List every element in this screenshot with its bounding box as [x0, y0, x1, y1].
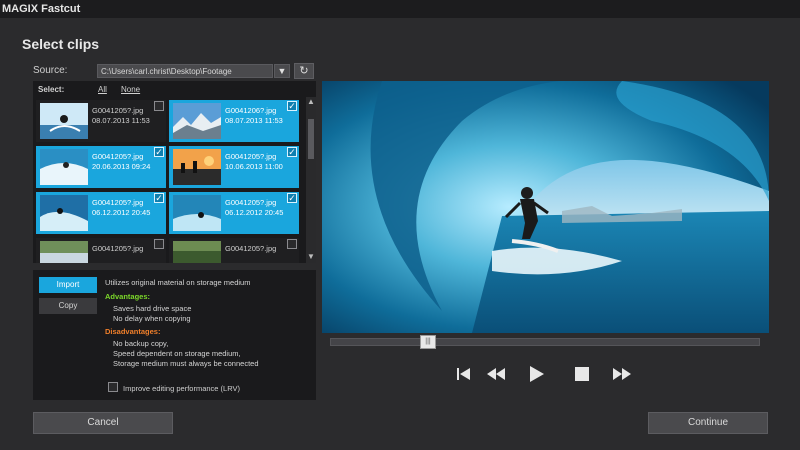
preview-image — [322, 81, 769, 333]
clip-thumbnail — [40, 241, 88, 263]
select-all-link[interactable]: All — [98, 85, 107, 94]
clip-item[interactable]: G0041205?.jpg 08.07.2013 11:53 — [36, 100, 166, 142]
clip-name: G0041205?.jpg — [225, 244, 277, 253]
app-title: MAGIX Fastcut — [0, 0, 800, 18]
timeline-scrubber[interactable]: ||| — [330, 335, 760, 349]
select-label: Select: — [38, 85, 65, 94]
fast-forward-icon[interactable] — [612, 365, 632, 383]
disadvantage-item: Storage medium must always be connected — [113, 359, 259, 368]
import-button[interactable]: Import — [39, 277, 97, 293]
clip-name: G0041205?.jpg — [92, 244, 144, 253]
clip-item[interactable]: G0041205?.jpg 20.06.2013 09:24 ✓ — [36, 146, 166, 188]
clip-checkbox[interactable] — [287, 239, 297, 249]
clip-name: G0041205?.jpg — [92, 152, 144, 161]
clip-name: G0041205?.jpg — [225, 198, 277, 207]
clip-thumbnail — [173, 149, 221, 185]
clip-name: G0041206?.jpg — [225, 106, 277, 115]
clip-thumbnail — [173, 195, 221, 231]
scroll-down-icon[interactable]: ▼ — [307, 252, 315, 261]
continue-button[interactable]: Continue — [648, 412, 768, 434]
clip-item[interactable]: G0041206?.jpg 08.07.2013 11:53 ✓ — [169, 100, 299, 142]
clip-checkbox[interactable] — [154, 239, 164, 249]
advantage-item: No delay when copying — [113, 314, 191, 323]
advantage-item: Saves hard drive space — [113, 304, 192, 313]
mode-description: Utilizes original material on storage me… — [105, 278, 251, 287]
clip-thumbnail — [40, 149, 88, 185]
select-row: Select: All None — [33, 81, 305, 97]
timeline-handle[interactable]: ||| — [420, 335, 436, 349]
disadvantage-item: Speed dependent on storage medium, — [113, 349, 241, 358]
clip-date: 06.12.2012 20:45 — [92, 208, 151, 217]
disadvantage-item: No backup copy, — [113, 339, 169, 348]
clip-date: 06.12.2012 20:45 — [225, 208, 284, 217]
clip-item[interactable]: G0041205?.jpg — [36, 238, 166, 263]
clip-thumbnail — [173, 241, 221, 263]
scroll-up-icon[interactable]: ▲ — [307, 97, 315, 106]
disadvantages-heading: Disadvantages: — [105, 327, 161, 336]
lrv-checkbox[interactable] — [108, 382, 118, 392]
copy-button[interactable]: Copy — [39, 298, 97, 314]
advantages-heading: Advantages: — [105, 292, 151, 301]
clip-date: 08.07.2013 11:53 — [225, 116, 283, 125]
clip-date: 08.07.2013 11:53 — [92, 116, 150, 125]
clip-name: G0041205?.jpg — [225, 152, 277, 161]
clip-checkbox[interactable]: ✓ — [154, 193, 164, 203]
import-mode-panel: Import Copy Utilizes original material o… — [33, 270, 316, 400]
clip-item[interactable]: G0041205?.jpg 06.12.2012 20:45 ✓ — [36, 192, 166, 234]
page-title: Select clips — [22, 36, 100, 52]
refresh-icon[interactable]: ↻ — [294, 63, 314, 79]
scroll-thumb[interactable] — [308, 119, 314, 159]
skip-to-start-icon[interactable] — [454, 365, 474, 383]
cancel-button[interactable]: Cancel — [33, 412, 173, 434]
clip-name: G0041205?.jpg — [92, 106, 144, 115]
clip-item[interactable]: G0041205?.jpg 06.12.2012 20:45 ✓ — [169, 192, 299, 234]
clip-name: G0041205?.jpg — [92, 198, 144, 207]
clip-date: 20.06.2013 09:24 — [92, 162, 151, 171]
select-none-link[interactable]: None — [121, 85, 140, 94]
source-path-field[interactable]: C:\Users\carl.christ\Desktop\Footage — [97, 64, 273, 78]
clip-list-scrollbar[interactable]: ▲ ▼ — [306, 97, 316, 263]
clip-checkbox[interactable]: ✓ — [287, 193, 297, 203]
clip-checkbox[interactable]: ✓ — [287, 147, 297, 157]
chevron-down-icon[interactable]: ▼ — [274, 64, 290, 78]
lrv-label: Improve editing performance (LRV) — [123, 384, 240, 393]
clip-checkbox[interactable]: ✓ — [287, 101, 297, 111]
clip-checkbox[interactable]: ✓ — [154, 147, 164, 157]
clip-thumbnail — [40, 103, 88, 139]
clip-thumbnail — [173, 103, 221, 139]
clip-checkbox[interactable] — [154, 101, 164, 111]
rewind-icon[interactable] — [486, 365, 506, 383]
clip-date: 10.06.2013 11:00 — [225, 162, 283, 171]
clip-thumbnail — [40, 195, 88, 231]
clip-list-panel: Select: All None G0041205?.jpg 08.07.201… — [33, 81, 316, 263]
source-label: Source: — [33, 65, 68, 76]
clip-item[interactable]: G0041205?.jpg — [169, 238, 299, 263]
clip-item[interactable]: G0041205?.jpg 10.06.2013 11:00 ✓ — [169, 146, 299, 188]
stop-icon[interactable] — [572, 365, 592, 383]
play-icon[interactable] — [526, 365, 546, 383]
